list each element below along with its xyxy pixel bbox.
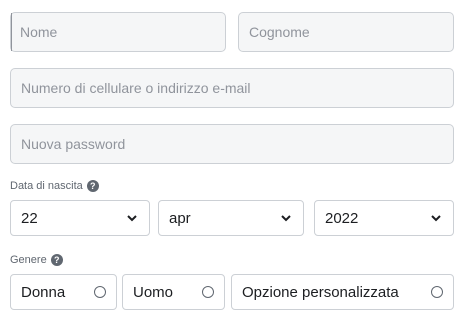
radio-button[interactable] — [431, 286, 443, 298]
chevron-down-icon — [281, 215, 291, 222]
help-icon[interactable]: ? — [50, 254, 63, 266]
day-value: 22 — [21, 209, 38, 227]
birthday-label-row: Data di nascita ? — [10, 180, 99, 192]
year-select[interactable]: 2022 — [314, 200, 454, 236]
gender-label-row: Genere ? — [10, 254, 63, 266]
chevron-down-icon — [127, 215, 137, 222]
year-value: 2022 — [325, 209, 359, 227]
chevron-down-icon — [431, 215, 441, 222]
first-name-field[interactable] — [10, 12, 226, 52]
day-select[interactable]: 22 — [10, 200, 150, 236]
first-name-input[interactable] — [11, 13, 225, 51]
radio-button[interactable] — [94, 286, 106, 298]
password-input[interactable] — [11, 125, 453, 163]
gender-option-label: Donna — [21, 283, 66, 301]
gender-option-male[interactable]: Uomo — [122, 274, 225, 310]
last-name-input[interactable] — [239, 13, 453, 51]
password-field[interactable] — [10, 124, 454, 164]
gender-option-custom[interactable]: Opzione personalizzata — [231, 274, 454, 310]
radio-button[interactable] — [202, 286, 214, 298]
gender-option-label: Opzione personalizzata — [242, 283, 399, 301]
gender-option-female[interactable]: Donna — [10, 274, 117, 310]
month-value: apr — [169, 209, 191, 227]
help-icon[interactable]: ? — [86, 180, 99, 192]
gender-option-label: Uomo — [133, 283, 174, 301]
month-select[interactable]: apr — [158, 200, 304, 236]
contact-input[interactable] — [11, 69, 453, 107]
gender-label: Genere — [10, 254, 47, 266]
last-name-field[interactable] — [238, 12, 454, 52]
birthday-label: Data di nascita — [10, 180, 83, 192]
contact-field[interactable] — [10, 68, 454, 108]
